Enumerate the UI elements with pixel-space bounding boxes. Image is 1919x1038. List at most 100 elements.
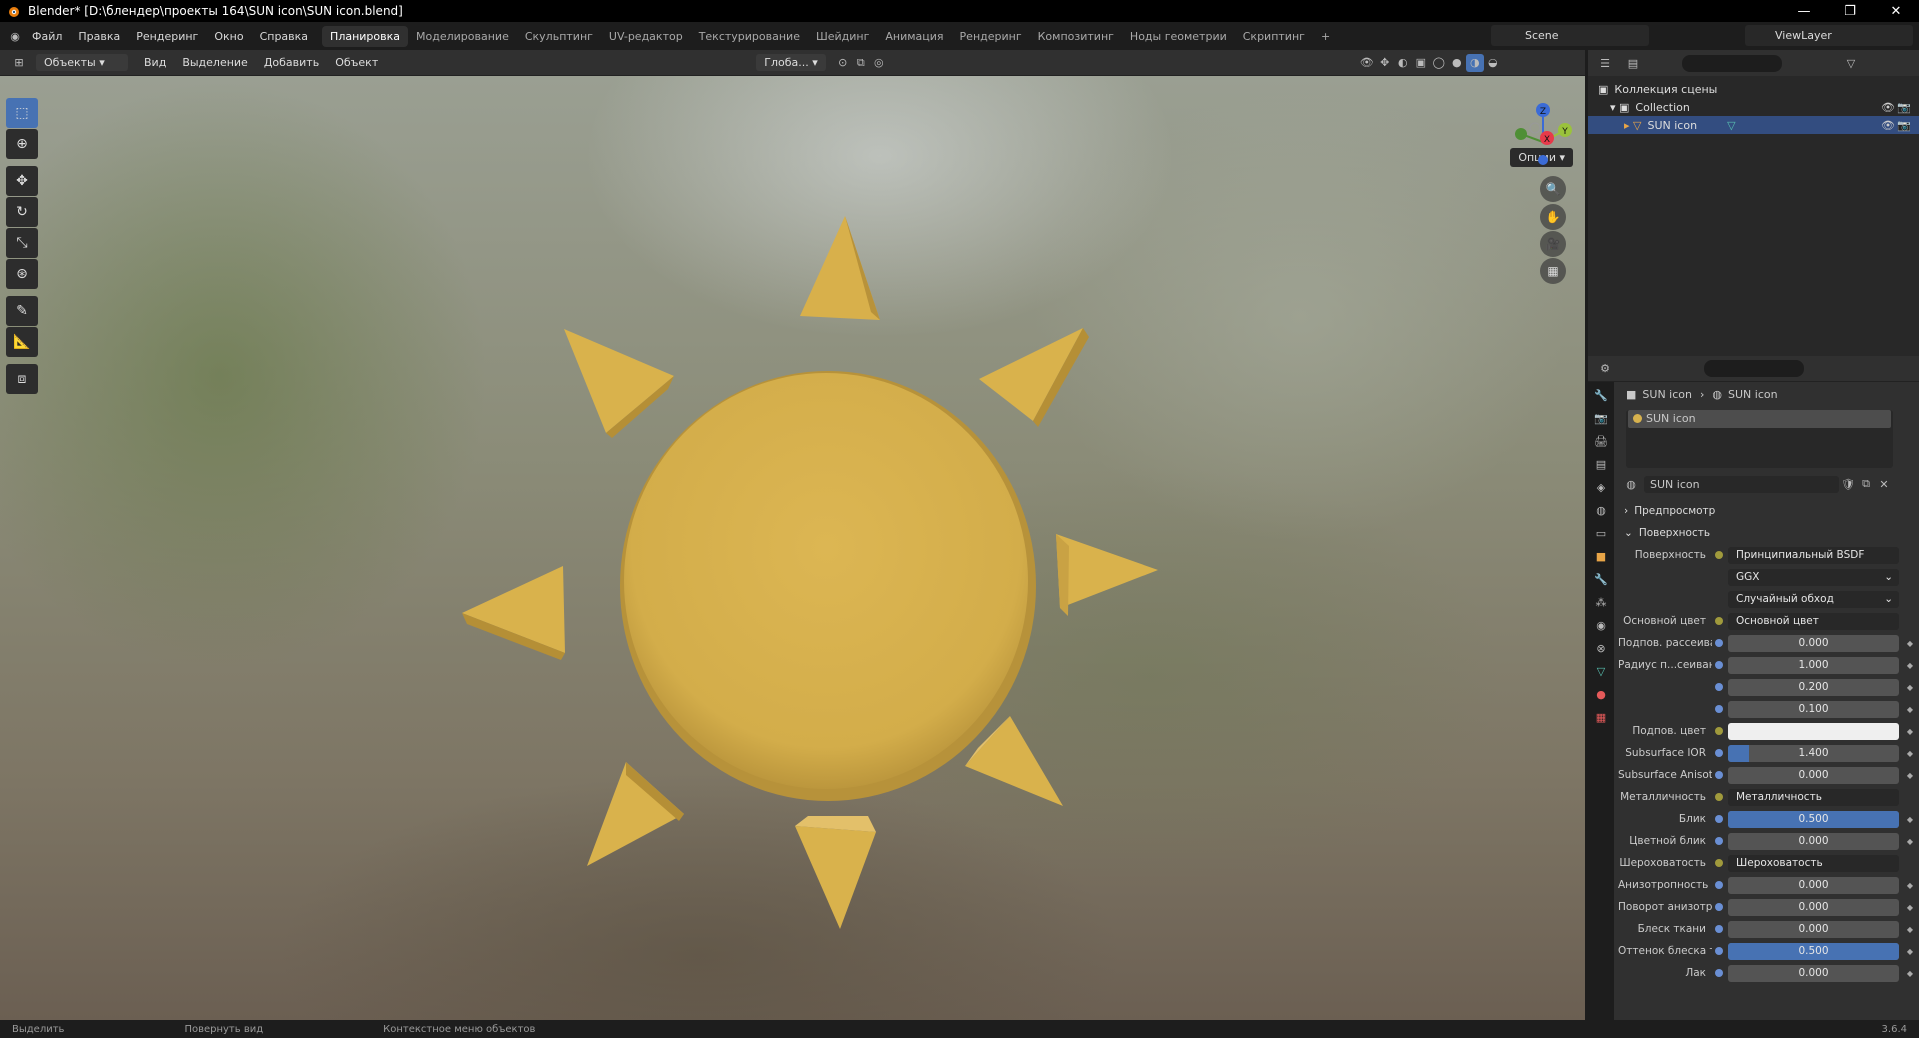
keyframe-icon[interactable]: ◆ (1907, 815, 1913, 824)
gizmo-icon[interactable]: ✥ (1376, 54, 1394, 72)
socket-icon[interactable] (1715, 969, 1723, 977)
snap-icon[interactable]: ⧉ (852, 54, 870, 72)
editor-type-icon[interactable]: ⊞ (10, 54, 28, 72)
modifier-tab-icon[interactable]: 🔧 (1590, 569, 1612, 589)
annotate-icon[interactable]: ✎ (6, 296, 38, 326)
number-field[interactable]: 0.100 (1728, 700, 1899, 718)
proportional-edit-icon[interactable]: ◎ (870, 54, 888, 72)
preview-section[interactable]: › Предпросмотр (1618, 500, 1919, 522)
solid-shading-icon[interactable]: ● (1448, 54, 1466, 72)
dropdown-field[interactable]: GGX ⌄ (1728, 568, 1899, 586)
pan-hand-icon[interactable]: ✋ (1540, 204, 1566, 230)
tab-animation[interactable]: Анимация (877, 26, 951, 47)
socket-icon[interactable] (1715, 617, 1723, 625)
menu-view[interactable]: Вид (144, 56, 166, 69)
keyframe-icon[interactable]: ◆ (1907, 639, 1913, 648)
add-cube-icon[interactable]: ⧈ (6, 364, 38, 394)
pivot-icon[interactable]: ⊙ (834, 54, 852, 72)
number-field[interactable]: 0.000 (1728, 964, 1899, 982)
outliner-scene-collection[interactable]: ▣ Коллекция сцены (1588, 80, 1919, 98)
socket-icon[interactable] (1715, 661, 1723, 669)
keyframe-icon[interactable]: ◆ (1907, 969, 1913, 978)
transform-icon[interactable]: ⊛ (6, 259, 38, 289)
orientation-dropdown[interactable]: Глоба... ▾ (756, 54, 826, 71)
mode-dropdown[interactable]: Объекты ▾ (36, 54, 128, 71)
socket-icon[interactable] (1715, 705, 1723, 713)
rotate-icon[interactable]: ↻ (6, 197, 38, 227)
material-slot-list[interactable]: SUN icon (1626, 410, 1893, 468)
browse-material-icon[interactable]: ◍ (1622, 475, 1640, 493)
measure-icon[interactable]: 📐 (6, 327, 38, 357)
ortho-grid-icon[interactable]: ▦ (1540, 258, 1566, 284)
menu-edit[interactable]: Правка (70, 30, 128, 43)
tab-layout[interactable]: Планировка (322, 25, 409, 47)
number-field[interactable]: 0.000 (1728, 766, 1899, 784)
socket-icon[interactable] (1715, 749, 1723, 757)
navigation-gizmo[interactable]: Z Y X (1503, 98, 1583, 178)
material-name-field[interactable]: SUN icon (1644, 475, 1839, 493)
keyframe-icon[interactable]: ◆ (1907, 771, 1913, 780)
zoom-icon[interactable]: 🔍 (1540, 176, 1566, 202)
menu-add[interactable]: Добавить (264, 56, 319, 69)
tab-shading[interactable]: Шейдинг (808, 26, 877, 47)
socket-icon[interactable] (1715, 793, 1723, 801)
dropdown-field[interactable]: Случайный обход ⌄ (1728, 590, 1899, 608)
socket-icon[interactable] (1715, 727, 1723, 735)
constraints-tab-icon[interactable]: ⊗ (1590, 638, 1612, 658)
menu-object[interactable]: Объект (335, 56, 378, 69)
scene-selector[interactable]: Scene (1491, 25, 1649, 46)
tab-modeling[interactable]: Моделирование (408, 26, 517, 47)
object-tab-icon[interactable]: ■ (1590, 546, 1612, 566)
minimize-icon[interactable]: — (1781, 0, 1827, 22)
menu-file[interactable]: Файл (24, 30, 70, 43)
scale-icon[interactable]: ⤡ (6, 228, 38, 258)
number-field[interactable]: 0.500 (1728, 942, 1899, 960)
eye-icon[interactable]: 👁 (1881, 101, 1895, 114)
linked-input[interactable]: Принципиальный BSDF (1728, 546, 1899, 564)
linked-input[interactable]: Основной цвет (1728, 612, 1899, 630)
number-field[interactable]: 0.200 (1728, 678, 1899, 696)
display-mode-icon[interactable]: ▤ (1624, 54, 1642, 72)
eye-icon[interactable]: 👁 (1881, 119, 1895, 132)
xray-icon[interactable]: ▣ (1412, 54, 1430, 72)
world-tab-icon[interactable]: ◍ (1590, 500, 1612, 520)
socket-icon[interactable] (1715, 947, 1723, 955)
data-tab-icon[interactable]: ▽ (1590, 661, 1612, 681)
output-tab-icon[interactable]: 🖨 (1590, 431, 1612, 451)
socket-icon[interactable] (1715, 551, 1723, 559)
socket-icon[interactable] (1715, 859, 1723, 867)
menu-help[interactable]: Справка (252, 30, 316, 43)
tab-compositing[interactable]: Композитинг (1030, 26, 1122, 47)
keyframe-icon[interactable]: ◆ (1907, 881, 1913, 890)
outliner-search-input[interactable] (1682, 54, 1782, 72)
texture-tab-icon[interactable]: ▦ (1590, 707, 1612, 727)
number-field[interactable]: 0.000 (1728, 920, 1899, 938)
3d-viewport[interactable]: Опции ▾ Z Y X 🔍 ✋ 🎥 ▦ (0, 76, 1585, 1020)
tab-scripting[interactable]: Скриптинг (1235, 26, 1313, 47)
particles-tab-icon[interactable]: ⁂ (1590, 592, 1612, 612)
number-field[interactable]: 1.400 (1728, 744, 1899, 762)
maximize-icon[interactable]: ❐ (1827, 0, 1873, 22)
keyframe-icon[interactable]: ◆ (1907, 683, 1913, 692)
sun-model[interactable] (0, 76, 1585, 1020)
socket-icon[interactable] (1715, 639, 1723, 647)
blender-menu-icon[interactable]: ◉ (6, 27, 24, 45)
number-field[interactable]: 0.000 (1728, 832, 1899, 850)
add-workspace-icon[interactable]: + (1313, 26, 1338, 47)
linked-input[interactable]: Металличность (1728, 788, 1899, 806)
render-camera-icon[interactable]: 📷 (1897, 119, 1911, 132)
tab-geometry-nodes[interactable]: Ноды геометрии (1122, 26, 1235, 47)
keyframe-icon[interactable]: ◆ (1907, 903, 1913, 912)
collection-tab-icon[interactable]: ▭ (1590, 523, 1612, 543)
socket-icon[interactable] (1715, 837, 1723, 845)
socket-icon[interactable] (1715, 903, 1723, 911)
material-slot-item[interactable]: SUN icon (1628, 410, 1891, 428)
keyframe-icon[interactable]: ◆ (1907, 749, 1913, 758)
tab-texture-paint[interactable]: Текстурирование (691, 26, 808, 47)
render-camera-icon[interactable]: 📷 (1897, 101, 1911, 114)
menu-render[interactable]: Рендеринг (128, 30, 206, 43)
wireframe-shading-icon[interactable]: ◯ (1430, 54, 1448, 72)
keyframe-icon[interactable]: ◆ (1907, 947, 1913, 956)
duplicate-material-icon[interactable]: ⧉ (1857, 475, 1875, 493)
number-field[interactable]: 0.000 (1728, 898, 1899, 916)
